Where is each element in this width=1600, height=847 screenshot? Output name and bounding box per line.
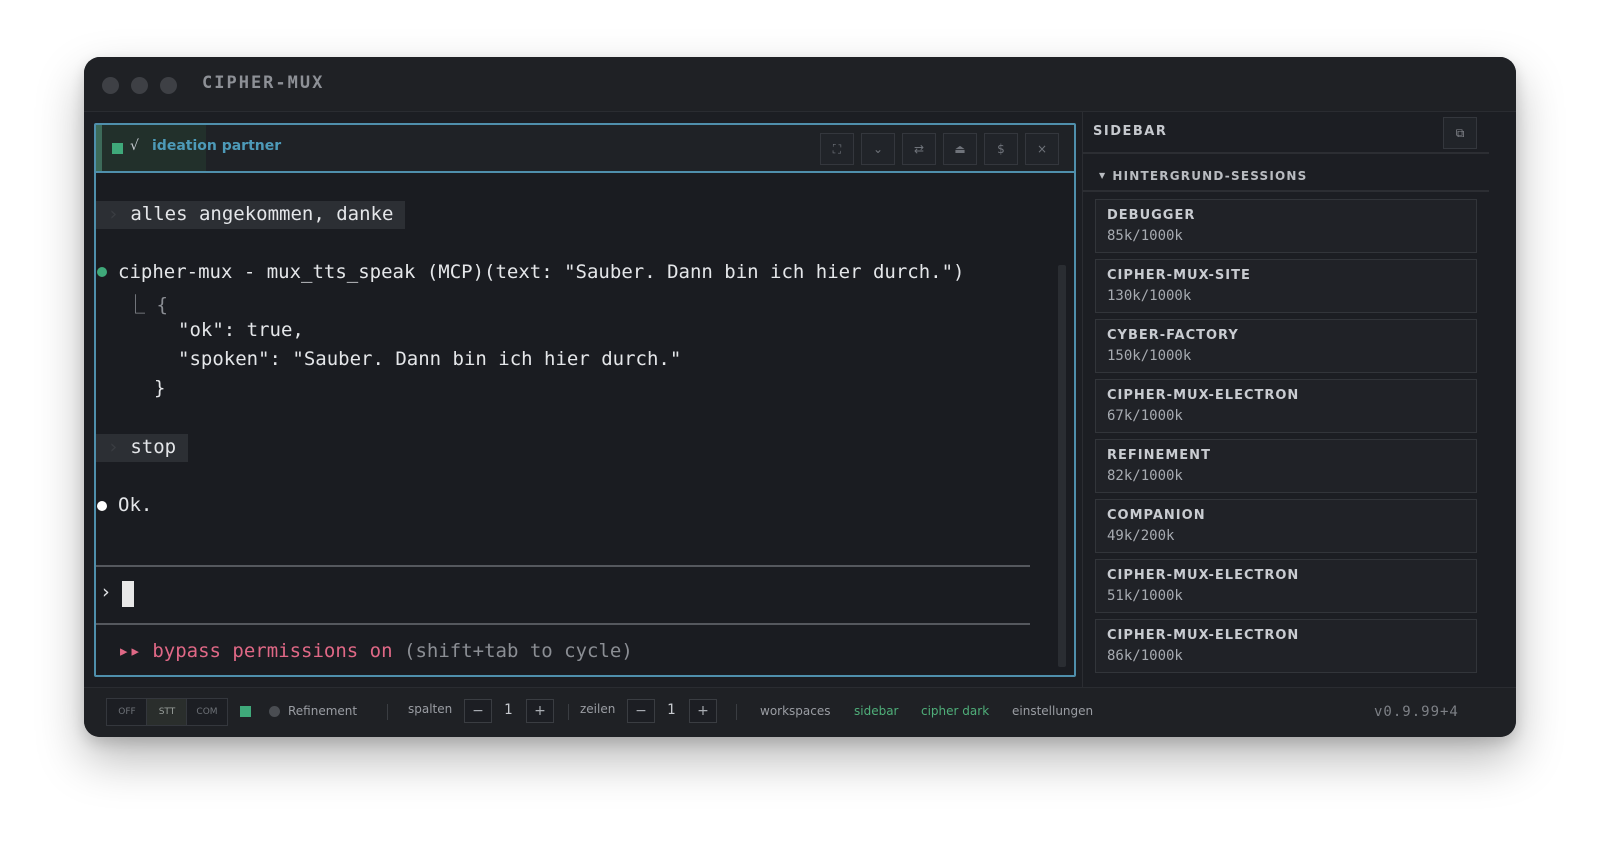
tool-result-spoken: "spoken": "Sauber. Dann bin ich hier dur… xyxy=(178,348,682,370)
session-tokens: 130k/1000k xyxy=(1107,288,1192,304)
close-pane-icon[interactable]: × xyxy=(1025,133,1059,165)
pane-title[interactable]: ideation partner xyxy=(152,138,281,154)
user-message-text: alles angekommen, danke xyxy=(130,203,394,225)
tool-result-ok: "ok": true, xyxy=(178,319,304,341)
workspaces-link[interactable]: workspaces xyxy=(760,704,831,718)
swap-pane-icon[interactable]: ⇄ xyxy=(902,133,936,165)
tool-result-close: } xyxy=(154,377,166,399)
bottom-divider xyxy=(736,704,737,720)
spalten-label: spalten xyxy=(408,702,453,716)
session-tokens: 67k/1000k xyxy=(1107,408,1183,424)
maximize-window-button[interactable] xyxy=(160,77,177,94)
assistant-message: Ok. xyxy=(118,494,153,516)
pane-header: √ ideation partner ⛶ ⌄ ⇄ ⏏ $ × xyxy=(96,125,1074,173)
collapse-triangle-icon: ▼ xyxy=(1099,171,1107,180)
sidebar-header: SIDEBAR ⧉ xyxy=(1083,112,1489,154)
session-tokens: 49k/200k xyxy=(1107,528,1175,544)
terminal-output[interactable]: › alles angekommen, danke cipher-mux - m… xyxy=(96,173,1056,673)
status-indicator-icon xyxy=(240,706,251,717)
input-divider-bottom xyxy=(96,623,1030,625)
spalten-value: 1 xyxy=(504,702,513,718)
tool-call-line: cipher-mux - mux_tts_speak (MCP)(text: "… xyxy=(118,261,965,283)
collapse-pane-icon[interactable]: ⌄ xyxy=(861,133,895,165)
active-session-label[interactable]: Refinement xyxy=(288,704,357,718)
session-card-cipher-mux-electron[interactable]: CIPHER-MUX-ELECTRON 67k/1000k xyxy=(1095,379,1477,433)
user-caret-icon: › xyxy=(96,203,131,225)
session-tokens: 51k/1000k xyxy=(1107,588,1183,604)
spalten-plus-button[interactable]: + xyxy=(526,699,554,723)
session-card-refinement[interactable]: REFINEMENT 82k/1000k xyxy=(1095,439,1477,493)
fast-forward-icon: ▸▸ xyxy=(118,640,141,662)
mode-stt-button[interactable]: STT xyxy=(146,698,188,726)
settings-link[interactable]: einstellungen xyxy=(1012,704,1093,718)
zeilen-plus-button[interactable]: + xyxy=(689,699,717,723)
bypass-hint: (shift+tab to cycle) xyxy=(404,640,633,662)
zeilen-label: zeilen xyxy=(580,702,616,716)
mode-com-button[interactable]: COM xyxy=(186,698,228,726)
session-name: CYBER-FACTORY xyxy=(1107,328,1239,343)
sidebar-divider xyxy=(1083,190,1489,192)
maximize-pane-icon[interactable]: ⛶ xyxy=(820,133,854,165)
sessions-section-header[interactable]: ▼ HINTERGRUND-SESSIONS xyxy=(1099,169,1308,183)
session-tokens: 82k/1000k xyxy=(1107,468,1183,484)
user-message: › stop xyxy=(96,434,188,462)
user-message-text: stop xyxy=(130,436,177,458)
bypass-text: bypass permissions on xyxy=(152,640,393,662)
session-name: DEBUGGER xyxy=(1107,208,1196,223)
text-cursor[interactable] xyxy=(122,581,134,607)
session-card-cipher-mux-site[interactable]: CIPHER-MUX-SITE 130k/1000k xyxy=(1095,259,1477,313)
session-name: CIPHER-MUX-ELECTRON xyxy=(1107,628,1300,643)
bottom-divider xyxy=(387,704,388,720)
bottom-bar: OFF STT COM Refinement spalten − 1 + zei… xyxy=(84,687,1516,737)
pane-status-icon xyxy=(112,143,123,154)
app-window: CIPHER-MUX √ ideation partner ⛶ ⌄ ⇄ ⏏ $ … xyxy=(84,57,1516,737)
session-name: CIPHER-MUX-ELECTRON xyxy=(1107,388,1300,403)
zeilen-value: 1 xyxy=(667,702,676,718)
session-tokens: 85k/1000k xyxy=(1107,228,1183,244)
session-card-cipher-mux-electron-2[interactable]: CIPHER-MUX-ELECTRON 51k/1000k xyxy=(1095,559,1477,613)
tool-result-open: ⎿ { xyxy=(126,294,168,316)
session-tokens: 86k/1000k xyxy=(1107,648,1183,664)
sidebar-title: SIDEBAR xyxy=(1093,124,1168,139)
sidebar-link[interactable]: sidebar xyxy=(854,704,899,718)
session-name: CIPHER-MUX-SITE xyxy=(1107,268,1251,283)
session-name: CIPHER-MUX-ELECTRON xyxy=(1107,568,1300,583)
session-name: REFINEMENT xyxy=(1107,448,1211,463)
input-divider-top xyxy=(96,565,1030,567)
session-name: COMPANION xyxy=(1107,508,1206,523)
title-bar: CIPHER-MUX xyxy=(84,57,1516,112)
session-tokens: 150k/1000k xyxy=(1107,348,1192,364)
mode-off-button[interactable]: OFF xyxy=(106,698,148,726)
assistant-dot-icon xyxy=(97,501,107,511)
session-card-debugger[interactable]: DEBUGGER 85k/1000k xyxy=(1095,199,1477,253)
app-title: CIPHER-MUX xyxy=(202,73,325,93)
sessions-section-title: HINTERGRUND-SESSIONS xyxy=(1112,169,1308,183)
tool-status-dot-icon xyxy=(97,267,107,277)
minimize-window-button[interactable] xyxy=(131,77,148,94)
user-message: › alles angekommen, danke xyxy=(96,201,405,229)
sidebar: SIDEBAR ⧉ ▼ HINTERGRUND-SESSIONS DEBUGGER… xyxy=(1082,112,1516,687)
session-card-companion[interactable]: COMPANION 49k/200k xyxy=(1095,499,1477,553)
check-icon: √ xyxy=(130,138,139,154)
user-caret-icon: › xyxy=(96,436,131,458)
zeilen-minus-button[interactable]: − xyxy=(627,699,655,723)
spalten-minus-button[interactable]: − xyxy=(464,699,492,723)
close-window-button[interactable] xyxy=(102,77,119,94)
version-label: v0.9.99+4 xyxy=(1374,704,1459,720)
session-card-cipher-mux-electron-3[interactable]: CIPHER-MUX-ELECTRON 86k/1000k xyxy=(1095,619,1477,673)
prompt-icon: › xyxy=(100,581,112,603)
dollar-icon[interactable]: $ xyxy=(984,133,1018,165)
session-card-cyber-factory[interactable]: CYBER-FACTORY 150k/1000k xyxy=(1095,319,1477,373)
bypass-status[interactable]: ▸▸ bypass permissions on (shift+tab to c… xyxy=(118,640,633,662)
session-dot-icon xyxy=(269,706,280,717)
bottom-divider xyxy=(568,704,569,720)
sidebar-popout-icon[interactable]: ⧉ xyxy=(1443,117,1477,149)
terminal-scrollbar[interactable] xyxy=(1058,265,1066,667)
eject-pane-icon[interactable]: ⏏ xyxy=(943,133,977,165)
theme-link[interactable]: cipher dark xyxy=(921,704,989,718)
terminal-pane[interactable]: √ ideation partner ⛶ ⌄ ⇄ ⏏ $ × › alles a… xyxy=(94,123,1076,677)
